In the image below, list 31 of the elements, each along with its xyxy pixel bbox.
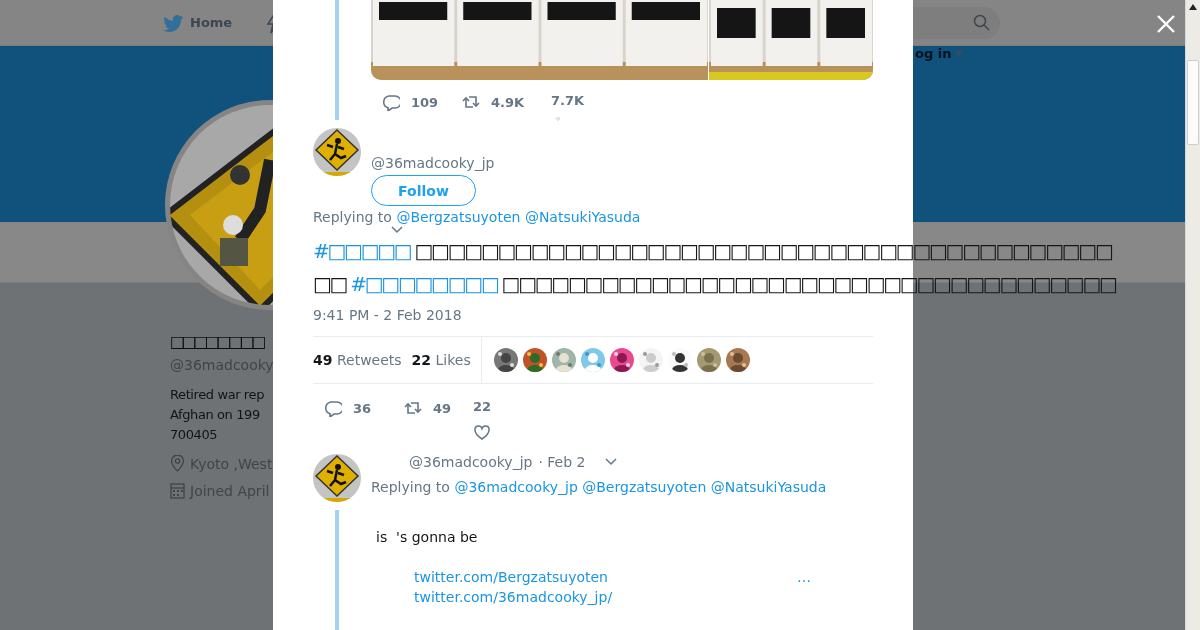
profile-bio: Retired war rep Afghan on 199 700405: [170, 386, 264, 444]
ellipsis-text: …: [797, 568, 811, 586]
replying-to-line: Replying to @36madcooky_jp @Bergzatsuyoten @NatsukiYasuda: [371, 478, 827, 496]
mention-link[interactable]: @Bergzatsuyoten: [582, 479, 707, 495]
replying-to-line: Replying to @Bergzatsuyoten @NatsukiYasuda: [313, 208, 642, 226]
url-link[interactable]: twitter.com/36madcooky_jp/: [414, 588, 613, 606]
tweet-date[interactable]: · Feb 2: [538, 454, 586, 470]
login-menu[interactable]: og in: [915, 46, 964, 61]
reply-text: is 's gonna be: [376, 528, 479, 546]
url-link[interactable]: twitter.com/Bergzatsuyoten: [414, 568, 608, 586]
hashtag-link[interactable]: #□□□□□: [313, 239, 411, 263]
likes-link[interactable]: 22 Likes: [411, 352, 471, 368]
tweet-text: #□□□□□ □□□□□□□□□□□□□□□□□□□□□□□□□□□□□□□□□□□□□□□□□□ □□ #□□□□□□□□ □□□□□□□□□□□□□□□□□□□□□□□□□□□□□□□□□□□□□: [313, 238, 1116, 298]
retweet-button[interactable]: 4.9K: [451, 92, 531, 112]
user-handle[interactable]: @36madcooky_jp: [409, 454, 533, 470]
reply-button[interactable]: 109: [371, 92, 451, 112]
mention-link[interactable]: @NatsukiYasuda: [710, 479, 827, 495]
retweet-button[interactable]: 49: [393, 398, 473, 418]
follow-button[interactable]: Follow: [371, 175, 476, 206]
profile-name: □□□□□□□□: [170, 331, 263, 353]
mention-link[interactable]: @NatsukiYasuda: [524, 209, 641, 225]
mention-link[interactable]: @36madcooky_jp: [454, 479, 578, 495]
mention-link[interactable]: @Bergzatsuyoten: [396, 209, 521, 225]
home-link[interactable]: Home: [163, 13, 233, 32]
like-button[interactable]: 7.7K: [531, 92, 611, 122]
user-handle[interactable]: @36madcooky_jp: [371, 155, 495, 171]
retweets-link[interactable]: 49 Retweets: [313, 352, 402, 368]
tweet-timestamp: 9:41 PM - 2 Feb 2018: [313, 306, 463, 324]
like-button[interactable]: 22: [473, 398, 553, 442]
hashtag-link[interactable]: #□□□□□□□□: [350, 272, 498, 296]
reply-button[interactable]: 36: [313, 398, 393, 418]
